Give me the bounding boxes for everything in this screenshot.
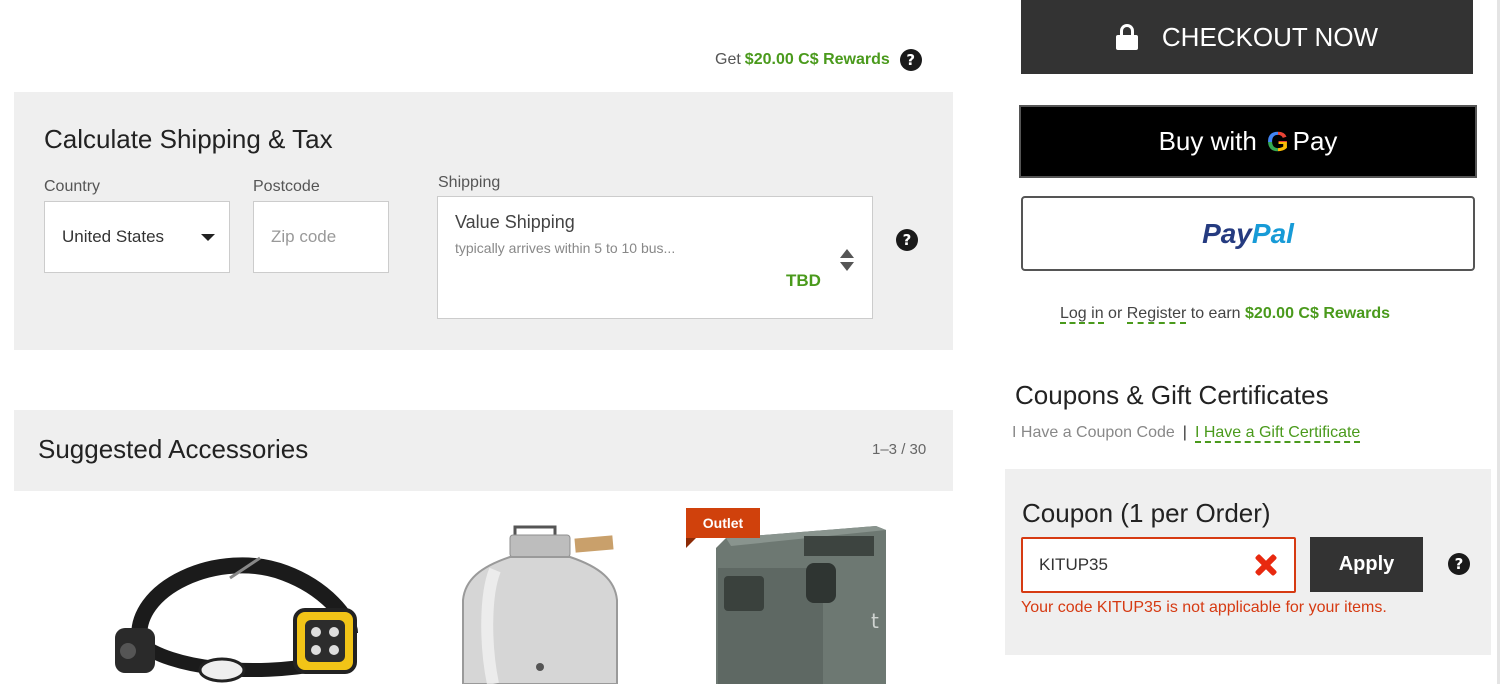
postcode-label: Postcode bbox=[253, 178, 320, 195]
shipping-method-description: typically arrives within 5 to 10 bus... bbox=[455, 240, 676, 256]
login-register-line: Log in or Register to earn $20.00 C$ Rew… bbox=[1060, 305, 1391, 324]
coupon-code-tab[interactable]: I Have a Coupon Code bbox=[1012, 424, 1175, 441]
growler-product-image[interactable] bbox=[455, 525, 625, 684]
coupon-help-icon[interactable]: ? bbox=[1448, 553, 1470, 575]
earn-text: to earn bbox=[1190, 305, 1241, 322]
shipping-help-icon[interactable]: ? bbox=[896, 229, 918, 251]
checkout-now-label: CHECKOUT NOW bbox=[1161, 21, 1379, 52]
coupon-gift-tabs: I Have a Coupon Code | I Have a Gift Certi… bbox=[1012, 424, 1361, 443]
tab-separator: | bbox=[1182, 424, 1187, 441]
gift-certificate-tab[interactable]: I Have a Gift Certificate bbox=[1194, 424, 1361, 443]
country-value: United States bbox=[62, 227, 165, 246]
shipping-method-select[interactable]: Value Shipping typically arrives within … bbox=[437, 196, 873, 319]
paypal-button[interactable]: Pay Pal bbox=[1021, 196, 1475, 271]
apply-coupon-button[interactable]: Apply bbox=[1310, 537, 1423, 592]
outlet-badge-tail bbox=[686, 538, 696, 548]
shipping-tax-title: Calculate Shipping & Tax bbox=[44, 124, 333, 154]
headlamp-product-image[interactable] bbox=[110, 548, 360, 684]
coupons-gift-title: Coupons & Gift Certificates bbox=[1015, 380, 1329, 410]
postcode-input[interactable] bbox=[253, 201, 389, 273]
shipping-method-name: Value Shipping bbox=[455, 212, 575, 232]
login-link[interactable]: Log in bbox=[1060, 305, 1104, 324]
coupon-error-message: Your code KITUP35 is not applicable for … bbox=[1021, 599, 1387, 616]
rewards-help-icon[interactable]: ? bbox=[899, 49, 922, 71]
coupon-field bbox=[1021, 537, 1296, 593]
rewards-prefix: Get bbox=[715, 51, 741, 68]
coupon-panel-title: Coupon (1 per Order) bbox=[1022, 498, 1271, 528]
suggested-accessories-title: Suggested Accessories bbox=[38, 434, 309, 464]
clear-x-icon[interactable] bbox=[1254, 553, 1278, 577]
google-g-icon: G bbox=[1266, 125, 1289, 157]
shipping-price: TBD bbox=[786, 271, 821, 290]
paypal-logo-part2: Pal bbox=[1251, 217, 1294, 249]
register-link[interactable]: Register bbox=[1126, 305, 1187, 324]
earn-amount: $20.00 C$ Rewards bbox=[1245, 305, 1391, 322]
lock-icon bbox=[1115, 24, 1138, 50]
rewards-line: Get $20.00 C$ Rewards ? bbox=[715, 49, 922, 71]
paypal-logo-part1: Pay bbox=[1202, 217, 1252, 249]
gpay-suffix: Pay bbox=[1292, 126, 1338, 156]
rewards-amount: $20.00 C$ Rewards bbox=[744, 51, 890, 68]
chevron-down-icon bbox=[201, 234, 215, 241]
gpay-prefix: Buy with bbox=[1158, 126, 1257, 156]
accessories-pagination-count: 1–3 / 30 bbox=[872, 441, 927, 458]
country-select[interactable]: United States bbox=[44, 201, 230, 273]
checkout-now-button[interactable]: CHECKOUT NOW bbox=[1021, 0, 1473, 74]
svg-text:t: t bbox=[871, 609, 879, 633]
up-down-arrows-icon bbox=[839, 249, 855, 273]
country-label: Country bbox=[44, 178, 101, 195]
outlet-badge: Outlet bbox=[686, 508, 760, 538]
coupon-code-input[interactable] bbox=[1023, 539, 1243, 591]
or-text: or bbox=[1108, 305, 1123, 322]
shipping-label: Shipping bbox=[438, 174, 501, 191]
google-pay-button[interactable]: Buy with G Pay bbox=[1019, 105, 1477, 178]
